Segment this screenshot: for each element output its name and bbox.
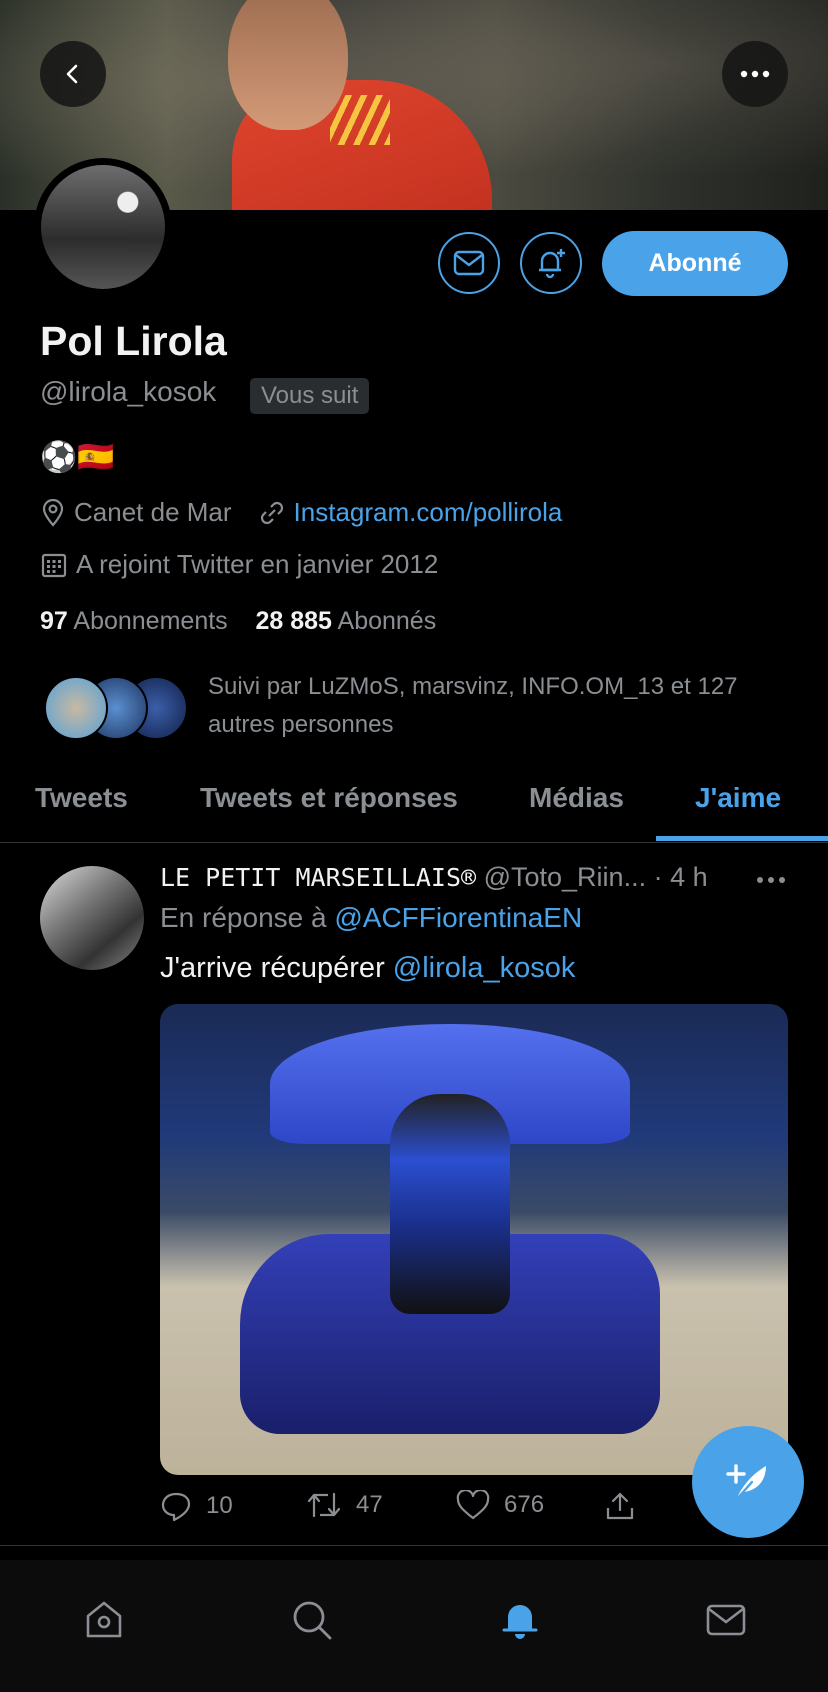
home-icon: [86, 1601, 122, 1638]
heart-icon: [456, 1490, 490, 1520]
tweet-time: · 4 h: [653, 862, 708, 892]
tab-tweets-and-replies[interactable]: Tweets et réponses: [200, 782, 458, 814]
profile-counts: 97 Abonnements 28 885 Abonnés: [40, 607, 436, 636]
bottom-navigation: [0, 1560, 828, 1692]
reply-count: 10: [206, 1492, 233, 1519]
following-count-link[interactable]: 97 Abonnements: [40, 607, 235, 635]
reply-icon: [161, 1492, 191, 1522]
follows-you-badge: Vous suit: [250, 378, 370, 414]
profile-tabs: Tweets Tweets et réponses Médias J'aime: [0, 760, 828, 843]
profile-name: Pol Lirola: [40, 318, 227, 364]
active-tab-indicator: [656, 836, 828, 841]
followers-count: 28 885: [255, 607, 332, 635]
tweet-author-name[interactable]: LE PETIT MARSEILLAIS®: [160, 863, 476, 892]
tab-media[interactable]: Médias: [529, 782, 624, 814]
like-button[interactable]: 676: [456, 1490, 544, 1520]
messages-icon: [706, 1604, 746, 1636]
bell-plus-icon: [539, 249, 565, 279]
tweet-header: LE PETIT MARSEILLAIS® @Toto_Riin... · 4 …: [160, 862, 708, 893]
nav-search[interactable]: [286, 1594, 338, 1646]
more-horizontal-icon: [740, 70, 770, 78]
tweet-image[interactable]: [160, 1004, 788, 1475]
chevron-left-icon: [66, 64, 78, 84]
image-rider: [390, 1094, 510, 1314]
notifications-icon: [502, 1605, 538, 1639]
compose-feather-icon: [726, 1464, 766, 1502]
mail-icon: [453, 250, 485, 276]
retweet-icon: [307, 1492, 341, 1518]
profile-bio: ⚽️🇪🇸: [40, 441, 115, 474]
timeline-divider: [0, 1545, 828, 1546]
avatar-image: [41, 165, 165, 289]
location-pin-icon: [42, 498, 64, 527]
link-icon: [260, 501, 283, 524]
retweet-button[interactable]: 47: [306, 1490, 383, 1520]
tweet-text: J'arrive récupérer @lirola_kosok: [160, 952, 575, 985]
notifications-subscribe-button[interactable]: [520, 232, 582, 294]
profile-location: Canet de Mar: [74, 497, 232, 527]
compose-tweet-button[interactable]: [692, 1426, 804, 1538]
tab-likes[interactable]: J'aime: [695, 782, 781, 814]
more-options-button[interactable]: [722, 41, 788, 107]
nav-messages[interactable]: [700, 1594, 752, 1646]
like-count: 676: [504, 1491, 545, 1518]
profile-avatar[interactable]: [34, 158, 172, 296]
following-label: Abonnements: [73, 607, 228, 635]
profile-handle: @lirola_kosok: [40, 376, 217, 407]
back-button[interactable]: [40, 41, 106, 107]
share-icon: [606, 1492, 634, 1520]
followers-label: Abonnés: [337, 607, 437, 635]
reply-button[interactable]: 10: [160, 1490, 233, 1522]
profile-meta-joined: A rejoint Twitter en janvier 2012: [40, 549, 438, 580]
following-count: 97: [40, 607, 68, 635]
follower-avatar: [44, 676, 108, 740]
reply-prefix: En réponse à: [160, 902, 327, 933]
message-button[interactable]: [438, 232, 500, 294]
followed-by-avatars[interactable]: [44, 676, 188, 740]
search-icon: [293, 1601, 332, 1640]
banner-shirt-stripes: [330, 95, 390, 145]
followed-by-text[interactable]: Suivi par LuZMoS, marsvinz, INFO.OM_13 e…: [208, 668, 808, 744]
retweet-count: 47: [356, 1491, 383, 1518]
tweet-text-body: J'arrive récupérer: [160, 952, 385, 984]
profile-joined-date: A rejoint Twitter en janvier 2012: [76, 549, 439, 579]
reply-to-mention[interactable]: @ACFFiorentinaEN: [334, 902, 582, 933]
tab-tweets[interactable]: Tweets: [35, 782, 128, 814]
profile-meta-location-website: Canet de Mar Instagram.com/pollirola: [40, 497, 562, 528]
banner-player-face: [228, 0, 348, 130]
tweet-author-avatar[interactable]: [40, 866, 144, 970]
calendar-icon: [41, 553, 67, 577]
profile-website-link[interactable]: Instagram.com/pollirola: [294, 497, 563, 528]
tweet-reply-context: En réponse à @ACFFiorentinaEN: [160, 902, 582, 934]
followers-count-link[interactable]: 28 885 Abonnés: [255, 607, 436, 635]
tweet-author-handle[interactable]: @Toto_Riin...: [484, 862, 646, 892]
nav-home[interactable]: [78, 1594, 130, 1646]
nav-notifications[interactable]: [494, 1594, 546, 1646]
following-button[interactable]: Abonné: [602, 231, 788, 296]
tweet-more-icon[interactable]: [756, 876, 786, 884]
tweet-mention[interactable]: @lirola_kosok: [393, 952, 576, 984]
share-button[interactable]: [604, 1490, 636, 1522]
